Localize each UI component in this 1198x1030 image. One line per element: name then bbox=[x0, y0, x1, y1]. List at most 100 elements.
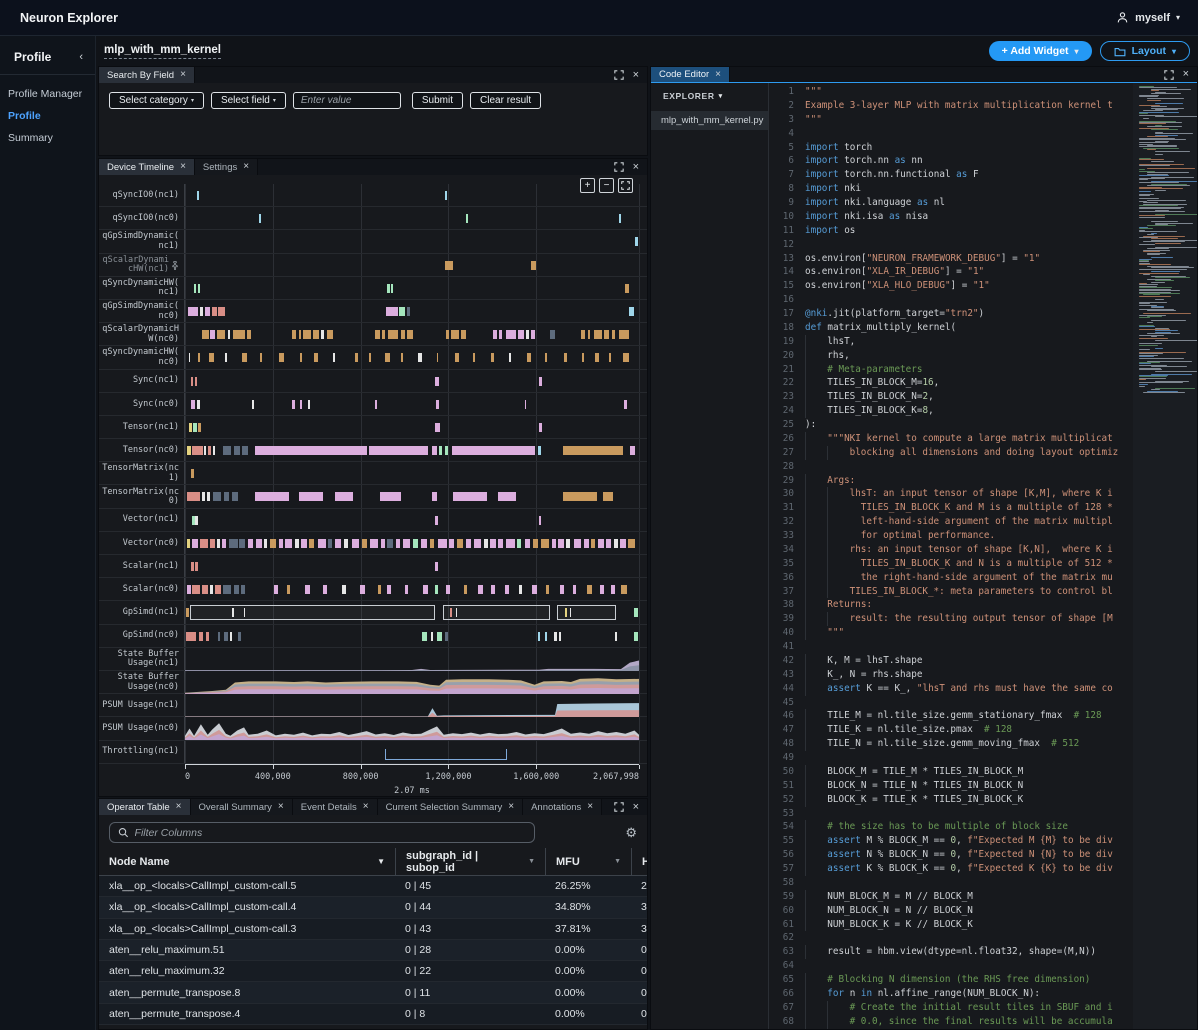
timeline-event[interactable] bbox=[436, 400, 439, 409]
timeline-event[interactable] bbox=[421, 539, 427, 548]
expand-panel-icon[interactable] bbox=[1164, 70, 1174, 80]
timeline-event[interactable] bbox=[200, 307, 203, 316]
timeline-event[interactable] bbox=[423, 585, 428, 594]
timeline-event[interactable] bbox=[299, 330, 301, 339]
timeline-event[interactable] bbox=[370, 539, 378, 548]
timeline-event[interactable] bbox=[252, 400, 254, 409]
timeline-event[interactable] bbox=[292, 400, 295, 409]
tab-annotations[interactable]: Annotations× bbox=[523, 799, 602, 815]
filter-columns-input[interactable] bbox=[135, 827, 526, 839]
timeline-event[interactable] bbox=[609, 353, 611, 362]
timeline-event[interactable] bbox=[244, 608, 246, 617]
sidebar-item-summary[interactable]: Summary bbox=[0, 127, 95, 149]
timeline-event[interactable] bbox=[533, 539, 538, 548]
timeline-event[interactable] bbox=[545, 353, 547, 362]
table-row[interactable]: aten__permute_transpose.80 | 110.00%0.0 bbox=[99, 982, 647, 1003]
timeline-event[interactable] bbox=[574, 539, 581, 548]
close-icon[interactable]: × bbox=[278, 802, 284, 812]
timeline-row-track[interactable] bbox=[185, 694, 639, 716]
timeline-event[interactable] bbox=[563, 492, 597, 501]
timeline-event[interactable] bbox=[546, 585, 549, 594]
timeline-event[interactable] bbox=[328, 539, 332, 548]
timeline-row-track[interactable] bbox=[185, 671, 639, 693]
timeline-event[interactable] bbox=[217, 330, 225, 339]
timeline-event[interactable] bbox=[634, 632, 639, 641]
expand-panel-icon[interactable] bbox=[614, 70, 624, 80]
timeline-event[interactable] bbox=[437, 353, 439, 362]
timeline-event[interactable] bbox=[259, 214, 261, 223]
timeline-event[interactable] bbox=[525, 400, 527, 409]
timeline-event[interactable] bbox=[619, 330, 630, 339]
column-header-node-name[interactable]: Node Name▼ bbox=[99, 848, 395, 875]
timeline-row-track[interactable] bbox=[185, 509, 639, 531]
close-icon[interactable]: × bbox=[715, 70, 721, 80]
timeline-event[interactable] bbox=[242, 446, 248, 455]
timeline-event[interactable] bbox=[506, 330, 516, 339]
tab-settings[interactable]: Settings× bbox=[195, 159, 258, 175]
timeline-event[interactable] bbox=[493, 330, 497, 339]
timeline-event[interactable] bbox=[531, 330, 535, 339]
page-title[interactable]: mlp_with_mm_kernel bbox=[104, 44, 221, 59]
timeline-event[interactable] bbox=[538, 446, 541, 455]
timeline-event[interactable] bbox=[335, 492, 353, 501]
close-panel-icon[interactable]: × bbox=[633, 802, 639, 813]
timeline-event[interactable] bbox=[527, 353, 531, 362]
timeline-event[interactable] bbox=[405, 585, 408, 594]
timeline-event[interactable] bbox=[445, 446, 448, 455]
timeline-event[interactable] bbox=[606, 539, 611, 548]
timeline-event[interactable] bbox=[473, 353, 475, 362]
timeline-event[interactable] bbox=[401, 353, 403, 362]
timeline-event[interactable] bbox=[403, 539, 410, 548]
timeline-event[interactable] bbox=[634, 608, 639, 617]
sidebar-collapse-icon[interactable]: ‹ bbox=[79, 51, 83, 63]
timeline-event[interactable] bbox=[491, 353, 494, 362]
timeline-event[interactable] bbox=[187, 446, 191, 455]
timeline-event[interactable] bbox=[554, 632, 557, 641]
timeline-event[interactable] bbox=[449, 539, 454, 548]
timeline-row-track[interactable] bbox=[185, 741, 639, 763]
timeline-event[interactable] bbox=[391, 284, 393, 293]
timeline-event[interactable] bbox=[600, 585, 603, 594]
fit-view-button[interactable] bbox=[618, 178, 633, 193]
timeline-event[interactable] bbox=[222, 539, 226, 548]
timeline-event[interactable] bbox=[564, 353, 567, 362]
timeline-row-track[interactable] bbox=[185, 207, 639, 229]
timeline-event[interactable] bbox=[435, 377, 439, 386]
timeline-event[interactable] bbox=[223, 585, 231, 594]
timeline-event[interactable] bbox=[270, 539, 276, 548]
timeline-event[interactable] bbox=[335, 539, 341, 548]
timeline-event[interactable] bbox=[224, 632, 228, 641]
timeline-event[interactable] bbox=[224, 492, 230, 501]
table-row[interactable]: xla__op_<locals>CallImpl_custom-call.30 … bbox=[99, 919, 647, 940]
timeline-event[interactable] bbox=[189, 423, 192, 432]
timeline-event[interactable] bbox=[437, 632, 442, 641]
timeline-event[interactable] bbox=[217, 539, 220, 548]
timeline-event[interactable] bbox=[213, 492, 221, 501]
timeline-event[interactable] bbox=[191, 400, 195, 409]
timeline-event[interactable] bbox=[620, 539, 626, 548]
timeline-event[interactable] bbox=[430, 539, 434, 548]
filter-icon[interactable]: ▼ bbox=[614, 858, 621, 865]
timeline-event[interactable] bbox=[192, 539, 198, 548]
timeline-event[interactable] bbox=[418, 353, 421, 362]
timeline-event[interactable] bbox=[451, 330, 459, 339]
table-row[interactable]: aten__relu_maximum.320 | 220.00%0.0 bbox=[99, 961, 647, 982]
timeline-event[interactable] bbox=[210, 330, 214, 339]
timeline-row-track[interactable] bbox=[185, 184, 639, 206]
timeline-event[interactable] bbox=[453, 492, 487, 501]
close-icon[interactable]: × bbox=[363, 802, 369, 812]
timeline-event[interactable] bbox=[558, 539, 564, 548]
timeline-event[interactable] bbox=[241, 585, 245, 594]
timeline-event[interactable] bbox=[587, 585, 592, 594]
timeline-event[interactable] bbox=[248, 539, 253, 548]
timeline-event[interactable] bbox=[200, 539, 208, 548]
timeline-event[interactable] bbox=[624, 400, 626, 409]
timeline-event[interactable] bbox=[193, 423, 197, 432]
timeline-span-outline[interactable] bbox=[443, 605, 550, 620]
timeline-event[interactable] bbox=[206, 632, 209, 641]
timeline-event[interactable] bbox=[541, 539, 549, 548]
timeline-event[interactable] bbox=[581, 330, 585, 339]
pin-icon[interactable] bbox=[171, 261, 179, 270]
timeline-event[interactable] bbox=[194, 284, 196, 293]
timeline-event[interactable] bbox=[264, 539, 267, 548]
